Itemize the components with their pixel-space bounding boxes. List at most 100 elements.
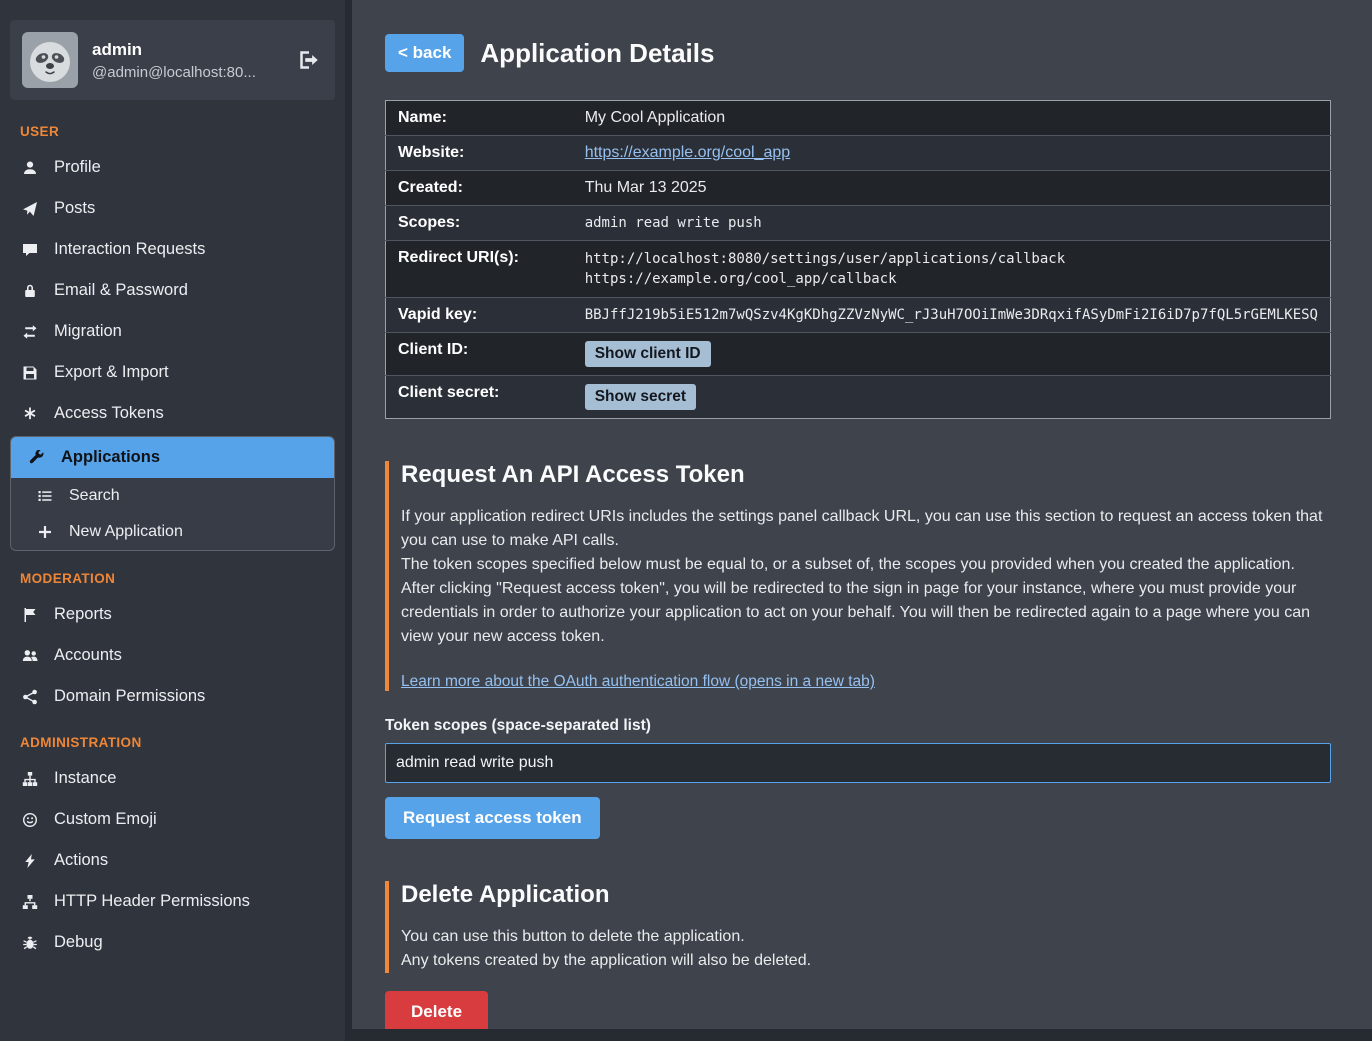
sidebar-nav-administration: Instance Custom Emoji Actions HTTP Heade… [0, 758, 345, 963]
token-scopes-input[interactable] [385, 743, 1331, 783]
request-token-block: Request An API Access Token If your appl… [385, 461, 1331, 839]
sidebar-item-custom-emoji[interactable]: Custom Emoji [0, 799, 345, 840]
oauth-docs-link[interactable]: Learn more about the OAuth authenticatio… [401, 673, 875, 691]
sidebar-item-debug[interactable]: Debug [0, 922, 345, 963]
sidebar-item-export-import[interactable]: Export & Import [0, 352, 345, 393]
detail-label: Website: [386, 136, 573, 171]
page-header: < back Application Details [385, 34, 1331, 72]
sidebar: admin @admin@localhost:80... USER Profil… [0, 0, 345, 1041]
app-root: admin @admin@localhost:80... USER Profil… [0, 0, 1372, 1041]
delete-application-block: Delete Application You can use this butt… [385, 881, 1331, 1029]
sidebar-item-label: Interaction Requests [54, 240, 205, 259]
detail-row-vapid-key: Vapid key: BBJffJ219b5iE512m7wQSzv4KgKDh… [386, 298, 1331, 333]
sidebar-item-label: Actions [54, 851, 108, 870]
user-icon [20, 160, 40, 176]
detail-value-created: Thu Mar 13 2025 [573, 171, 1331, 206]
user-name: admin [92, 40, 256, 60]
sidebar-item-label: Reports [54, 605, 112, 624]
detail-row-scopes: Scopes: admin read write push [386, 206, 1331, 241]
sidebar-item-label: Search [69, 487, 120, 505]
sidebar-item-label: Domain Permissions [54, 687, 205, 706]
sidebar-item-applications-search[interactable]: Search [11, 478, 334, 514]
applications-submenu: Search New Application [11, 478, 334, 550]
paper-plane-icon [20, 201, 40, 217]
detail-label: Client ID: [386, 333, 573, 376]
bolt-icon [20, 853, 40, 869]
sidebar-item-label: Migration [54, 322, 122, 341]
sidebar-item-label: Access Tokens [54, 404, 164, 423]
sidebar-nav-user: Profile Posts Interaction Requests Email… [0, 147, 345, 551]
sidebar-item-label: Profile [54, 158, 101, 177]
sidebar-item-interaction-requests[interactable]: Interaction Requests [0, 229, 345, 270]
page-title: Application Details [480, 38, 714, 69]
detail-value-redirect-uris: http://localhost:8080/settings/user/appl… [573, 241, 1331, 298]
floppy-icon [20, 365, 40, 381]
redirect-uri: http://localhost:8080/settings/user/appl… [585, 249, 1318, 269]
detail-label: Name: [386, 101, 573, 136]
sidebar-item-migration[interactable]: Migration [0, 311, 345, 352]
delete-application-line: Any tokens created by the application wi… [401, 949, 1331, 973]
share-nodes-icon [20, 689, 40, 705]
comment-icon [20, 242, 40, 258]
sidebar-item-profile[interactable]: Profile [0, 147, 345, 188]
request-token-paragraph: After clicking "Request access token", y… [401, 577, 1331, 649]
sitemap-icon [20, 771, 40, 787]
request-token-heading: Request An API Access Token [401, 461, 1331, 489]
request-token-paragraph: If your application redirect URIs includ… [401, 505, 1331, 553]
application-details-table: Name: My Cool Application Website: https… [385, 100, 1331, 419]
delete-application-line: You can use this button to delete the ap… [401, 925, 1331, 949]
detail-value-scopes: admin read write push [573, 206, 1331, 241]
sidebar-item-access-tokens[interactable]: Access Tokens [0, 393, 345, 434]
detail-label: Vapid key: [386, 298, 573, 333]
show-secret-button[interactable]: Show secret [585, 384, 696, 410]
sidebar-item-email-password[interactable]: Email & Password [0, 270, 345, 311]
sidebar-item-applications[interactable]: Applications [11, 437, 334, 478]
request-token-section: Request An API Access Token If your appl… [385, 461, 1331, 691]
sidebar-item-label: Accounts [54, 646, 122, 665]
show-client-id-button[interactable]: Show client ID [585, 341, 711, 367]
sidebar-item-reports[interactable]: Reports [0, 594, 345, 635]
user-card[interactable]: admin @admin@localhost:80... [10, 20, 335, 100]
sidebar-section-user: USER [0, 106, 345, 147]
detail-row-redirect-uris: Redirect URI(s): http://localhost:8080/s… [386, 241, 1331, 298]
sidebar-item-label: Debug [54, 933, 103, 952]
detail-value-vapid-key: BBJffJ219b5iE512m7wQSzv4KgKDhgZZVzNyWC_r… [573, 298, 1331, 333]
list-icon [35, 488, 55, 504]
back-button[interactable]: < back [385, 34, 464, 72]
website-link[interactable]: https://example.org/cool_app [585, 144, 790, 161]
detail-label: Scopes: [386, 206, 573, 241]
detail-label: Client secret: [386, 376, 573, 419]
sidebar-item-accounts[interactable]: Accounts [0, 635, 345, 676]
sidebar-item-label: Email & Password [54, 281, 188, 300]
detail-row-name: Name: My Cool Application [386, 101, 1331, 136]
sidebar-item-new-application[interactable]: New Application [11, 514, 334, 550]
delete-application-section: Delete Application You can use this butt… [385, 881, 1331, 973]
sidebar-item-http-header-permissions[interactable]: HTTP Header Permissions [0, 881, 345, 922]
main-panel: < back Application Details Name: My Cool… [352, 0, 1372, 1029]
detail-value-name: My Cool Application [573, 101, 1331, 136]
sidebar-item-label: Export & Import [54, 363, 169, 382]
sidebar-item-label: Custom Emoji [54, 810, 157, 829]
detail-row-client-id: Client ID: Show client ID [386, 333, 1331, 376]
delete-button[interactable]: Delete [385, 991, 488, 1029]
tools-icon [27, 450, 47, 466]
sidebar-item-label: HTTP Header Permissions [54, 892, 250, 911]
sidebar-item-label: Instance [54, 769, 116, 788]
lock-icon [20, 283, 40, 299]
request-access-token-button[interactable]: Request access token [385, 797, 600, 839]
logout-icon[interactable] [299, 49, 319, 71]
redirect-uri: https://example.org/cool_app/callback [585, 269, 1318, 289]
flag-icon [20, 607, 40, 623]
detail-label: Redirect URI(s): [386, 241, 573, 298]
user-handle: @admin@localhost:80... [92, 64, 256, 81]
sidebar-item-label: Posts [54, 199, 95, 218]
network-icon [20, 894, 40, 910]
asterisk-icon [20, 406, 40, 422]
detail-row-website: Website: https://example.org/cool_app [386, 136, 1331, 171]
sidebar-item-domain-permissions[interactable]: Domain Permissions [0, 676, 345, 717]
sidebar-item-actions[interactable]: Actions [0, 840, 345, 881]
sidebar-item-instance[interactable]: Instance [0, 758, 345, 799]
sidebar-item-posts[interactable]: Posts [0, 188, 345, 229]
delete-application-heading: Delete Application [401, 881, 1331, 909]
sidebar-item-label: Applications [61, 448, 160, 467]
